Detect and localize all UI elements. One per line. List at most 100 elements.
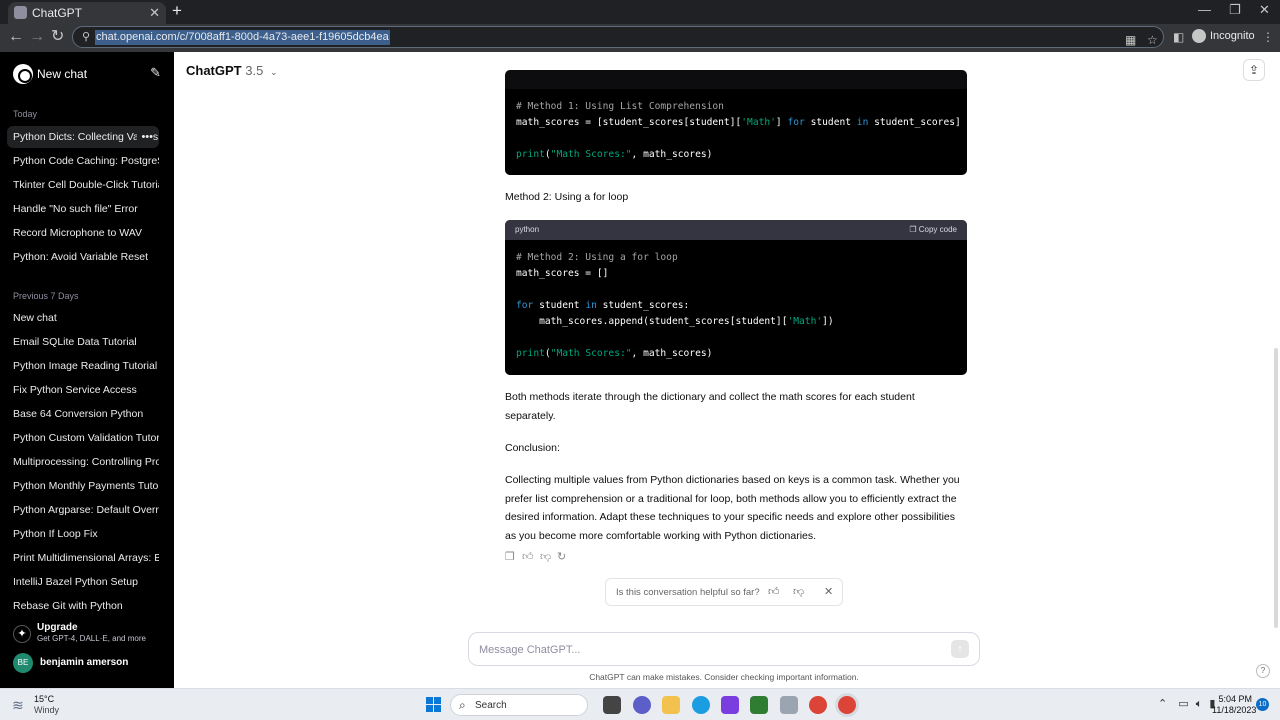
- history-item-label: Python Code Caching: PostgreSQL: [13, 155, 159, 167]
- history-item[interactable]: Fix Python Service Access: [7, 379, 159, 401]
- incognito-indicator[interactable]: Incognito: [1192, 29, 1255, 43]
- weather-temperature: 15°C: [34, 694, 55, 704]
- address-url[interactable]: chat.openai.com/c/7008aff1-800d-4a73-aee…: [95, 30, 390, 45]
- close-tab-icon[interactable]: ✕: [149, 5, 160, 21]
- share-button[interactable]: ⇪: [1243, 59, 1265, 81]
- new-chat-button[interactable]: New chat ✎: [13, 64, 161, 84]
- new-tab-icon[interactable]: +: [172, 2, 182, 20]
- photos-app-icon[interactable]: [780, 696, 798, 714]
- more-options-icon[interactable]: •••: [137, 126, 153, 148]
- windows-logo-icon: [434, 697, 441, 704]
- start-button[interactable]: [426, 697, 442, 713]
- paragraph-both-methods: Both methods iterate through the diction…: [505, 391, 915, 422]
- windows-logo-icon: [426, 697, 433, 704]
- history-item-label: Python Custom Validation Tutorial: [13, 432, 159, 444]
- edit-icon[interactable]: ✎: [150, 65, 161, 81]
- thumbs-up-icon[interactable]: 👍︎: [522, 550, 534, 563]
- history-item[interactable]: Handle "No such file" Error: [7, 198, 159, 220]
- code-block-1: # Method 1: Using List Comprehension mat…: [505, 70, 967, 175]
- history-item[interactable]: Python Custom Validation Tutorial: [7, 427, 159, 449]
- sparkle-icon: ✦: [13, 625, 31, 643]
- scrollbar[interactable]: [1274, 348, 1278, 628]
- browser-tab[interactable]: ChatGPT ✕: [8, 2, 166, 24]
- code-body-1: # Method 1: Using List Comprehension mat…: [505, 89, 967, 173]
- chevron-up-icon[interactable]: ⌃: [1158, 698, 1167, 710]
- network-icon[interactable]: ▭: [1178, 698, 1188, 710]
- thumbs-down-icon[interactable]: 👎︎: [540, 550, 551, 563]
- history-item-label: Python: Avoid Variable Reset: [13, 251, 149, 263]
- history-item-python-dicts[interactable]: Python Dicts: Collecting Values •••: [7, 126, 159, 148]
- bookmark-star-icon[interactable]: ☆: [1147, 33, 1158, 47]
- excel-icon[interactable]: [750, 696, 768, 714]
- edge-browser-icon[interactable]: [692, 696, 710, 714]
- thumbs-down-icon[interactable]: 👎︎: [793, 585, 804, 598]
- history-item[interactable]: Python: Avoid Variable Reset: [7, 246, 159, 268]
- side-panel-icon[interactable]: ◧: [1173, 30, 1184, 44]
- history-item[interactable]: New chat: [7, 307, 159, 329]
- forward-icon[interactable]: →: [29, 28, 45, 46]
- taskbar-search[interactable]: ⌕ Search: [450, 694, 588, 716]
- close-window-icon[interactable]: ✕: [1259, 2, 1270, 18]
- code-header-1: [505, 70, 967, 89]
- teams-chat-icon[interactable]: [633, 696, 651, 714]
- close-icon[interactable]: ✕: [824, 585, 833, 598]
- code-line: math_scores = []: [516, 268, 609, 279]
- reload-icon[interactable]: ↻: [51, 28, 64, 46]
- code-line: # Method 1: Using List Comprehension: [516, 101, 724, 112]
- restore-icon[interactable]: ❐: [1229, 2, 1241, 18]
- back-icon[interactable]: ←: [8, 28, 24, 46]
- qr-code-icon[interactable]: ▦: [1125, 33, 1136, 47]
- history-item[interactable]: Email SQLite Data Tutorial: [7, 331, 159, 353]
- paragraph-conclusion: Collecting multiple values from Python d…: [505, 474, 960, 542]
- history-item[interactable]: Tkinter Cell Double-Click Tutorial: [7, 174, 159, 196]
- history-item-label: Python Monthly Payments Tutorial: [13, 480, 159, 492]
- history-item-label: Multiprocessing: Controlling Processes: [13, 456, 159, 468]
- history-item[interactable]: Python Image Reading Tutorial: [7, 355, 159, 377]
- message-composer[interactable]: ↑: [468, 632, 980, 666]
- copy-icon[interactable]: ❐: [505, 550, 515, 563]
- weather-condition: Windy: [34, 705, 60, 715]
- minimize-icon[interactable]: —: [1198, 2, 1211, 17]
- history-item[interactable]: Record Microphone to WAV: [7, 222, 159, 244]
- code-line: # Method 2: Using a for loop: [516, 252, 678, 263]
- message-input[interactable]: [479, 641, 939, 659]
- history-item[interactable]: Python If Loop Fix: [7, 523, 159, 545]
- history-item[interactable]: Print Multidimensional Arrays: Be: [7, 547, 159, 569]
- history-item[interactable]: Python Code Caching: PostgreSQL: [7, 150, 159, 172]
- history-item[interactable]: Multiprocessing: Controlling Processes: [7, 451, 159, 473]
- windows-taskbar: ≋ 15°C Windy ⌕ Search ⌃ ▭ 🔈︎ ▮ 5:04 PM 1…: [0, 688, 1280, 720]
- notification-badge[interactable]: 10: [1256, 698, 1269, 711]
- upgrade-button[interactable]: ✦ Upgrade Get GPT-4, DALL·E, and more: [13, 622, 163, 646]
- history-item[interactable]: Python Argparse: Default Override: [7, 499, 159, 521]
- vpn-app-icon[interactable]: [721, 696, 739, 714]
- user-name: benjamin amerson: [40, 657, 129, 668]
- clock-time: 5:04 PM: [1218, 694, 1252, 704]
- copy-code-button[interactable]: ❐ Copy code: [909, 220, 957, 240]
- file-explorer-icon[interactable]: [662, 696, 680, 714]
- clock[interactable]: 5:04 PM 11/18/2023: [1212, 694, 1256, 716]
- model-name: ChatGPT: [186, 63, 242, 78]
- task-view-icon[interactable]: [603, 696, 621, 714]
- user-menu[interactable]: BE benjamin amerson: [13, 653, 163, 673]
- model-selector[interactable]: ChatGPT 3.5 ⌄: [186, 63, 278, 78]
- chrome-active-icon[interactable]: [838, 696, 856, 714]
- history-item-label: IntelliJ Bazel Python Setup: [13, 576, 138, 588]
- history-item[interactable]: Rebase Git with Python: [7, 595, 159, 617]
- regenerate-icon[interactable]: ↻: [557, 550, 566, 563]
- address-bar[interactable]: ⚲ chat.openai.com/c/7008aff1-800d-4a73-a…: [72, 26, 1164, 48]
- browser-menu-icon[interactable]: ⋮: [1262, 30, 1274, 44]
- code-block-2: python ❐ Copy code # Method 2: Using a f…: [505, 220, 967, 375]
- clipboard-icon: ❐: [909, 225, 917, 234]
- volume-icon[interactable]: 🔈︎: [1196, 698, 1203, 710]
- history-item[interactable]: Python Monthly Payments Tutorial: [7, 475, 159, 497]
- history-item[interactable]: Base 64 Conversion Python: [7, 403, 159, 425]
- incognito-icon: [1192, 29, 1206, 43]
- thumbs-up-icon[interactable]: 👍︎: [768, 585, 780, 598]
- history-item[interactable]: IntelliJ Bazel Python Setup: [7, 571, 159, 593]
- question-mark-icon: ?: [1260, 666, 1266, 675]
- history-item-label: Email SQLite Data Tutorial: [13, 336, 137, 348]
- send-button[interactable]: ↑: [951, 640, 969, 658]
- site-info-icon[interactable]: ⚲: [82, 30, 94, 44]
- help-button[interactable]: ?: [1256, 664, 1270, 678]
- chrome-icon[interactable]: [809, 696, 827, 714]
